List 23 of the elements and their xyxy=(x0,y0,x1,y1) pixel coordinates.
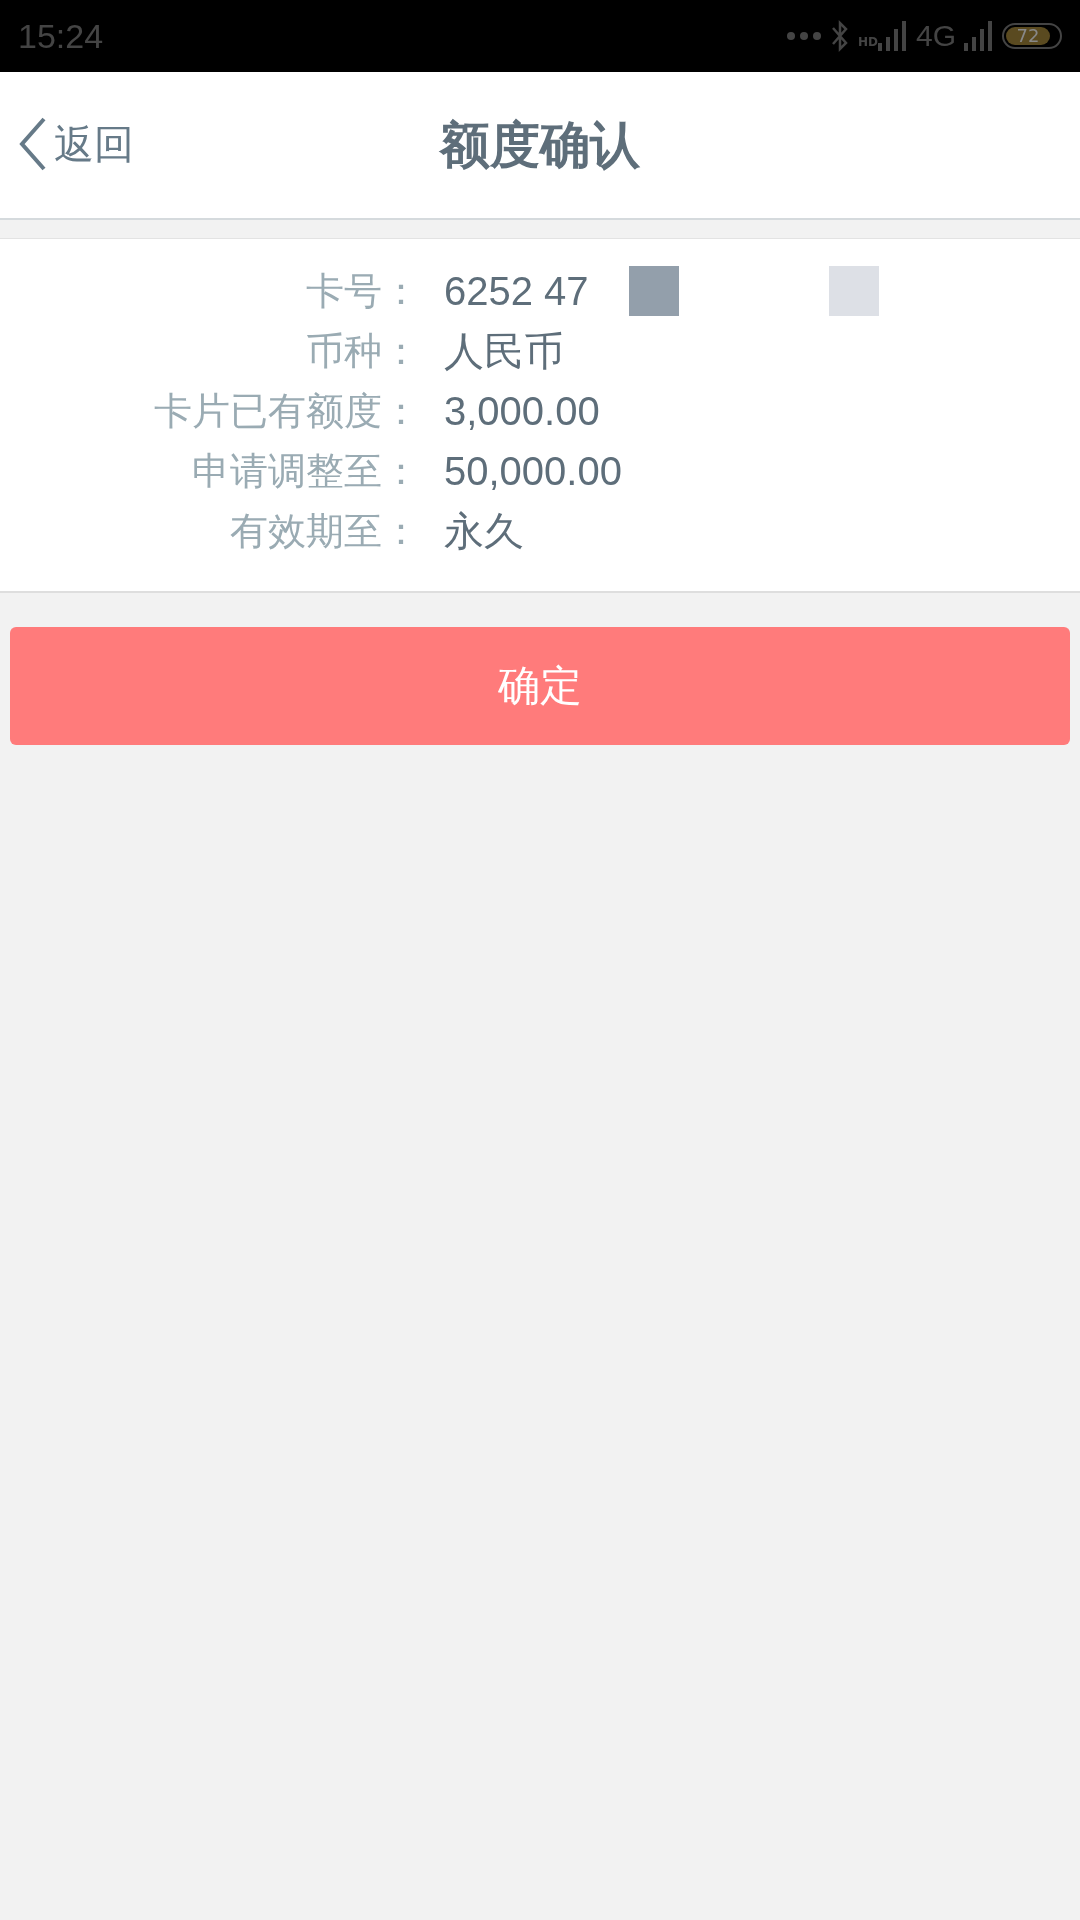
back-button[interactable]: 返回 xyxy=(18,116,134,172)
field-value: 3,000.00 xyxy=(444,388,600,434)
confirm-button[interactable]: 确定 xyxy=(10,627,1070,745)
bluetooth-icon xyxy=(829,19,850,53)
signal-icon xyxy=(964,21,994,51)
battery-icon: 72 xyxy=(1002,23,1062,49)
field-value: 50,000.00 xyxy=(444,448,622,494)
field-value: 6252 47 xyxy=(444,268,589,314)
hd-label: HD xyxy=(857,35,878,49)
field-label: 币种： xyxy=(305,327,420,375)
signal-icon xyxy=(877,21,908,51)
field-label: 有效期至： xyxy=(229,507,420,555)
more-icon xyxy=(785,31,822,41)
clock: 15:24 xyxy=(18,16,104,56)
field-label: 卡号： xyxy=(305,267,420,315)
field-value: 人民币 xyxy=(444,327,564,375)
field-label: 卡片已有额度： xyxy=(153,387,420,435)
back-icon xyxy=(18,116,48,172)
redaction-block xyxy=(828,266,879,316)
page-title: 额度确认 xyxy=(440,114,640,176)
network-label: 4G xyxy=(915,19,956,53)
field-label: 申请调整至： xyxy=(191,447,420,495)
field-value: 永久 xyxy=(444,507,524,555)
